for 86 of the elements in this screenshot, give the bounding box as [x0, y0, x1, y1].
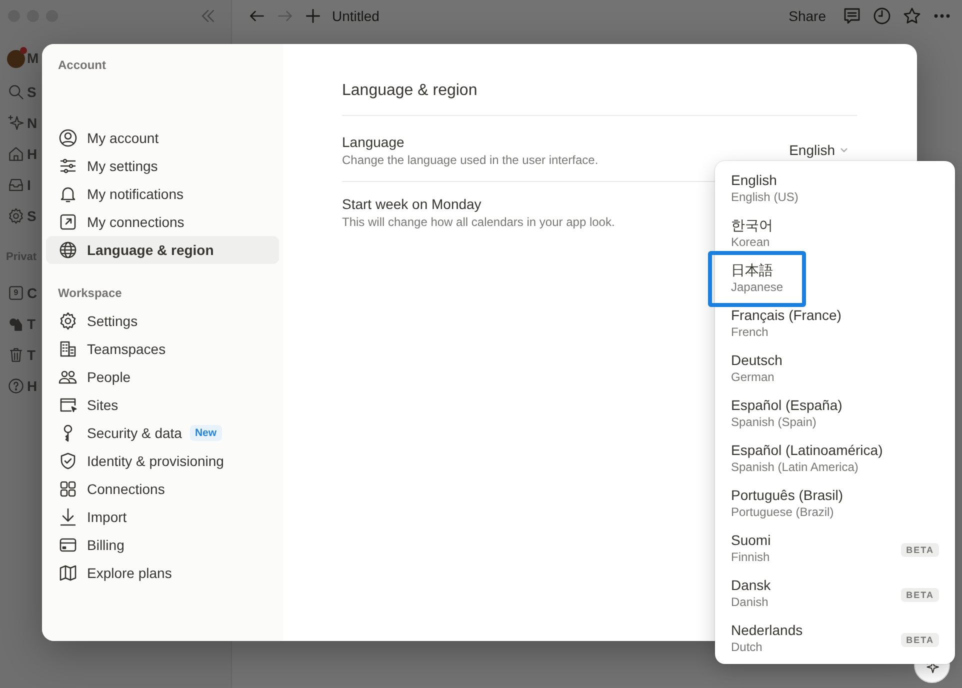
language-subtitle: Danish: [731, 594, 768, 610]
language-name: Español (Latinoamérica): [731, 441, 883, 459]
beta-badge: BETA: [901, 542, 939, 556]
settings-nav-item[interactable]: Explore plans: [46, 559, 279, 587]
language-option[interactable]: Português (Brasil) Portuguese (Brazil): [715, 482, 955, 527]
setting-description: Change the language used in the user interface.: [342, 152, 598, 168]
language-subtitle: Japanese: [731, 279, 784, 295]
settings-nav-item[interactable]: My notifications: [46, 180, 279, 208]
sparkle-icon: [7, 114, 25, 132]
language-option[interactable]: Español (Latinoamérica) Spanish (Latin America): [715, 437, 955, 482]
language-subtitle: Korean: [731, 234, 770, 250]
setting-title: Language: [342, 133, 404, 152]
globe-icon: [58, 240, 78, 260]
arrow-square-icon: [58, 212, 78, 232]
user-circle-icon: [58, 128, 78, 148]
beta-badge: BETA: [901, 632, 939, 646]
grid-icon: [58, 479, 78, 499]
clock-icon[interactable]: [872, 6, 892, 26]
language-name: Français (France): [731, 306, 842, 324]
settings-nav-item[interactable]: Teamspaces: [46, 335, 279, 363]
settings-nav-item[interactable]: My settings: [46, 152, 279, 180]
calendar-day: 9: [7, 288, 25, 296]
language-option[interactable]: 日本語 Japanese: [715, 257, 955, 302]
language-option[interactable]: Français (France) French: [715, 302, 955, 347]
search-icon: [7, 82, 25, 100]
settings-nav-item[interactable]: Sites: [46, 391, 279, 419]
language-option[interactable]: Suomi Finnish BETA: [715, 527, 955, 572]
settings-icon: [58, 311, 78, 331]
language-subtitle: German: [731, 369, 774, 385]
language-subtitle: Spanish (Latin America): [731, 459, 858, 475]
language-subtitle: French: [731, 324, 768, 340]
language-option[interactable]: Deutsch German: [715, 347, 955, 392]
section-label: Account: [57, 58, 107, 72]
settings-nav-item[interactable]: People: [46, 363, 279, 391]
language-subtitle: Finnish: [731, 549, 770, 565]
shield-check-icon: [58, 451, 78, 471]
setting-description: This will change how all calendars in your app look.: [342, 214, 615, 230]
language-name: 日本語: [731, 261, 773, 279]
settings-nav-item[interactable]: Import: [46, 503, 279, 531]
settings-nav-item[interactable]: My connections: [46, 208, 279, 236]
calendar-icon: [7, 284, 25, 302]
beta-badge: BETA: [901, 588, 939, 602]
star-icon[interactable]: [902, 6, 922, 26]
download-icon: [58, 507, 78, 527]
settings-nav-item[interactable]: Identity & provisioning: [46, 447, 279, 475]
plus-icon[interactable]: [304, 7, 322, 25]
settings-nav-item[interactable]: Security & data New: [46, 419, 279, 447]
settings-nav-item[interactable]: Connections: [46, 475, 279, 503]
avatar[interactable]: [7, 50, 25, 68]
trash-icon: [7, 346, 25, 364]
language-name: Deutsch: [731, 351, 782, 369]
language-option[interactable]: English English (US): [715, 167, 955, 212]
comment-icon[interactable]: [842, 6, 862, 26]
section-heading: Language & region: [342, 80, 857, 116]
settings-icon: [7, 206, 25, 224]
language-subtitle: Portuguese (Brazil): [731, 504, 834, 520]
language-subtitle: English (US): [731, 189, 798, 205]
language-name: Nederlands: [731, 621, 803, 639]
language-name: Español (España): [731, 396, 842, 414]
language-subtitle: Spanish (Spain): [731, 414, 816, 430]
language-option[interactable]: 한국어 Korean: [715, 212, 955, 257]
settings-nav-item[interactable]: Settings: [46, 307, 279, 335]
language-name: Português (Brasil): [731, 486, 844, 504]
page-title: Untitled: [332, 8, 380, 24]
settings-nav-item[interactable]: Language & region: [46, 236, 279, 264]
language-name: English: [731, 171, 777, 189]
help-icon: [7, 376, 25, 394]
language-subtitle: Dutch: [731, 639, 762, 655]
language-option[interactable]: Español (España) Spanish (Spain): [715, 392, 955, 437]
language-option[interactable]: Dansk Danish BETA: [715, 572, 955, 617]
setting-title: Start week on Monday: [342, 195, 482, 214]
share-button[interactable]: Share: [788, 8, 826, 24]
sliders-icon: [58, 156, 78, 176]
language-option[interactable]: Nederlands Dutch BETA: [715, 617, 955, 662]
language-name: Dansk: [731, 576, 771, 594]
settings-nav-item[interactable]: My account: [46, 124, 279, 152]
language-select[interactable]: English: [789, 142, 857, 158]
new-badge: New: [190, 425, 222, 441]
settings-nav-item[interactable]: Billing: [46, 531, 279, 559]
language-name: 한국어: [731, 216, 773, 234]
section-label: Workspace: [57, 286, 123, 300]
chevron-down-icon: [839, 145, 849, 155]
building-icon: [58, 339, 78, 359]
home-icon: [7, 144, 25, 162]
language-name: Suomi: [731, 531, 771, 549]
map-icon: [58, 563, 78, 583]
